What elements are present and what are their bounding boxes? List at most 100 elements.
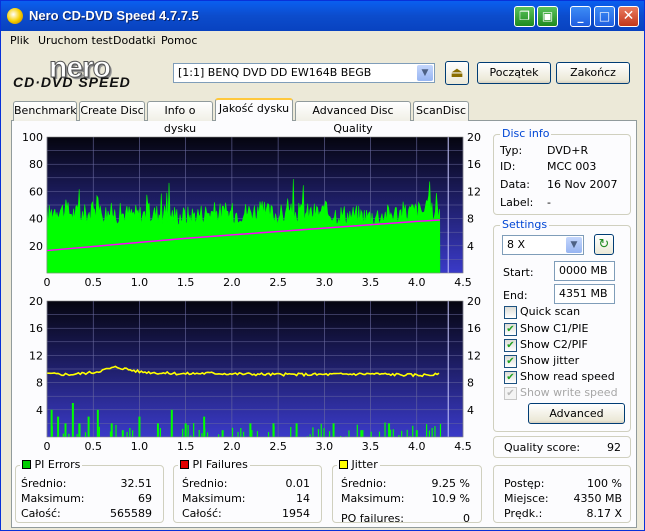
y-tick-label-left: 60 [29, 185, 43, 198]
position-value: 4350 MB [573, 492, 622, 505]
jitter-avg-value: 9.25 % [431, 477, 470, 490]
pi-failure-bar [187, 424, 189, 437]
y-tick-label-right: 4 [467, 240, 474, 253]
drive-select-value: [1:1] BENQ DVD DD EW164B BEGB [178, 66, 372, 79]
pi-failure-bar [348, 430, 350, 437]
show-write-speed-label: Show write speed [520, 386, 618, 399]
pi-failure-bar [64, 423, 67, 437]
pi-failures-swatch [180, 460, 189, 469]
chevron-down-icon[interactable]: ▼ [417, 65, 433, 81]
pi-failure-bar [431, 427, 433, 437]
y-tick-label-right: 8 [467, 377, 474, 390]
disc-id-label: ID: [500, 160, 516, 173]
advanced-button[interactable]: Advanced [528, 403, 625, 424]
pi-failure-bar [170, 428, 173, 437]
quick-scan-checkbox[interactable] [504, 306, 517, 319]
refresh-icon[interactable]: ↻ [594, 234, 614, 255]
pi-failure-bar [68, 433, 70, 437]
show-read-speed-checkbox[interactable]: ✔ [504, 371, 517, 384]
quality-charts: 0 0.5 1.0 1.5 2.0 2.5 3.0 3.5 4.0 4.5204060801004… [22, 131, 481, 453]
pi-errors-total-value: 565589 [110, 507, 152, 520]
menu-plik[interactable]: Plik [10, 34, 29, 47]
pi-failure-bar [332, 423, 335, 437]
pi-failure-bar [193, 423, 195, 437]
y-tick-label-right: 20 [467, 295, 481, 308]
disc-id-value: MCC 003 [547, 160, 597, 173]
menu-dodatki[interactable]: Dodatki [113, 34, 156, 47]
y-tick-label-left: 80 [29, 158, 43, 171]
menu-pomoc[interactable]: Pomoc [161, 34, 197, 47]
jitter-avg-label: Średnio: [341, 477, 387, 490]
chevron-down-icon[interactable]: ▼ [566, 237, 582, 253]
x-tick-label: 1.0 [131, 276, 149, 289]
y-tick-label-left: 20 [29, 240, 43, 253]
close-button[interactable]: ✕ [618, 6, 639, 27]
pi-failures-total-value: 1954 [282, 507, 310, 520]
speed-select-value: 8 X [507, 238, 526, 251]
tab-create-disc[interactable]: Create Disc [79, 101, 145, 121]
pi-failures-max-label: Maksimum: [182, 492, 246, 505]
pi-failure-bar [159, 428, 161, 437]
y-tick-label-left: 40 [29, 213, 43, 226]
minimize-button[interactable]: _ [570, 6, 591, 27]
eject-button[interactable]: ⏏ [445, 61, 469, 85]
pi-errors-title: PI Errors [34, 458, 81, 471]
x-tick-label: 2.0 [223, 440, 241, 453]
disc-date-value: 16 Nov 2007 [547, 178, 618, 191]
pi-failure-bar [84, 432, 87, 437]
pi-errors-max-value: 69 [138, 492, 152, 505]
pi-failure-bar [290, 427, 292, 437]
progress-value: 100 % [587, 477, 622, 490]
y-tick-label-right: 16 [467, 158, 481, 171]
x-tick-label: 3.5 [362, 440, 380, 453]
pi-failure-bar [121, 430, 124, 437]
eject-icon: ⏏ [450, 65, 464, 81]
drive-select[interactable]: [1:1] BENQ DVD DD EW164B BEGB ▼ [173, 63, 435, 83]
end-button[interactable]: Zakończ [556, 62, 630, 84]
menu-bar: Plik Uruchom test Dodatki Pomoc [1, 31, 644, 49]
tab-jakosc-dysku[interactable]: Jakość dysku [215, 98, 293, 121]
pi-failure-bar [115, 424, 117, 437]
tab-advanced-disc-quality[interactable]: Advanced Disc Quality [295, 101, 411, 135]
x-tick-label: 1.5 [177, 440, 195, 453]
start-label: Start: [503, 266, 534, 279]
pi-failure-bar [231, 427, 234, 437]
x-tick-label: 2.5 [269, 440, 287, 453]
x-tick-label: 3.0 [316, 440, 334, 453]
menu-uruchom-test[interactable]: Uruchom test [38, 34, 113, 47]
pi-errors-avg-label: Średnio: [21, 477, 67, 490]
start-input[interactable]: 0000 MB [554, 261, 615, 281]
tab-info-o-dysku[interactable]: Info o dysku [147, 101, 213, 135]
title-bar[interactable]: Nero CD-DVD Speed 4.7.7.5 ❐ ▣ _ □ ✕ [1, 1, 644, 31]
tab-scandisc[interactable]: ScanDisc [413, 101, 469, 121]
start-button[interactable]: Początek [477, 62, 551, 84]
pi-failure-bar [71, 403, 74, 437]
pi-failure-bar [96, 409, 99, 437]
y-tick-label-left: 4 [36, 404, 43, 417]
show-c1-pie-label: Show C1/PIE [520, 322, 589, 335]
pi-errors-total-label: Całość: [21, 507, 61, 520]
x-tick-label: 4.0 [408, 276, 426, 289]
tab-benchmark[interactable]: Benchmark [13, 101, 77, 121]
pi-failures-legend-wrap: PI Failures [178, 458, 250, 471]
y-tick-label-right: 16 [467, 322, 481, 335]
pi-failure-bar [401, 430, 403, 437]
pi-failure-bar [129, 427, 131, 437]
pi-failures-avg-label: Średnio: [182, 477, 228, 490]
x-tick-label: 4.5 [454, 440, 472, 453]
pi-failure-bar [273, 426, 275, 437]
restore-icon[interactable]: ❐ [514, 6, 535, 27]
speed-select[interactable]: 8 X ▼ [502, 235, 584, 255]
save-icon[interactable]: ▣ [537, 6, 558, 27]
maximize-button[interactable]: □ [594, 6, 615, 27]
end-input[interactable]: 4351 MB [554, 284, 615, 304]
pi-failure-bar [201, 433, 203, 437]
show-jitter-checkbox[interactable]: ✔ [504, 355, 517, 368]
x-tick-label: 3.0 [316, 276, 334, 289]
pi-failure-bar [79, 424, 81, 437]
po-failures-value: 0 [463, 512, 470, 525]
pi-failures-total-label: Całość: [182, 507, 222, 520]
show-c2-pif-checkbox[interactable]: ✔ [504, 339, 517, 352]
pi-failure-bar [392, 429, 394, 437]
show-c1-pie-checkbox[interactable]: ✔ [504, 323, 517, 336]
